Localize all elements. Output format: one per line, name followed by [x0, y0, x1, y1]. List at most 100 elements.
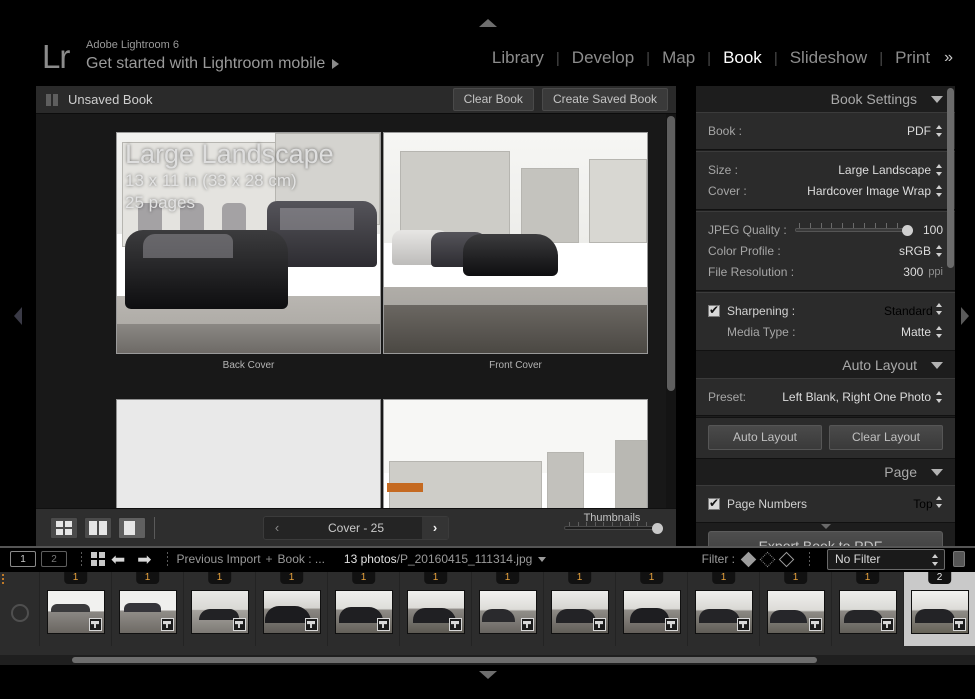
- stepper-icon[interactable]: [936, 496, 943, 508]
- page-spread-cover[interactable]: Large Landscape 13 x 11 in (33 x 28 cm) …: [116, 132, 648, 354]
- list-item[interactable]: 1: [616, 572, 688, 646]
- page-numbers-row[interactable]: Page Numbers Top: [708, 493, 943, 514]
- breadcrumb-previous-import[interactable]: Previous Import: [177, 552, 261, 566]
- breadcrumb-book[interactable]: Book : ...: [278, 552, 325, 566]
- top-panel-collapse[interactable]: [0, 16, 975, 30]
- filmstrip-thumbnails[interactable]: 1 1 1 1: [0, 572, 975, 650]
- page-numbers-checkbox[interactable]: [708, 498, 720, 510]
- module-print[interactable]: Print: [883, 48, 942, 68]
- thumbnail-size-slider[interactable]: Thumbnails: [564, 512, 660, 530]
- jpeg-quality-row[interactable]: JPEG Quality : 100: [708, 219, 943, 240]
- flag-unflagged-icon[interactable]: [760, 551, 776, 567]
- right-panel-scrollbar[interactable]: [946, 86, 955, 546]
- stepper-icon[interactable]: [936, 303, 943, 315]
- stepper-icon[interactable]: [932, 554, 939, 566]
- chevron-down-icon[interactable]: [479, 671, 497, 679]
- module-develop[interactable]: Develop: [560, 48, 646, 68]
- more-modules-icon[interactable]: »: [944, 49, 953, 67]
- book-value[interactable]: PDF: [907, 124, 943, 138]
- chevron-right-icon[interactable]: [961, 307, 969, 325]
- filmstrip-scrollbar-thumb[interactable]: [72, 657, 817, 663]
- list-item[interactable]: 1: [472, 572, 544, 646]
- chevron-down-icon[interactable]: [931, 362, 943, 369]
- list-item[interactable]: 1: [400, 572, 472, 646]
- single-page-view-button[interactable]: [118, 517, 146, 539]
- book-format-row[interactable]: Book : PDF: [708, 120, 943, 141]
- page-back-cover[interactable]: Large Landscape 13 x 11 in (33 x 28 cm) …: [116, 132, 381, 354]
- next-page-button[interactable]: ›: [422, 517, 448, 539]
- spread-view-button[interactable]: [84, 517, 112, 539]
- canvas-scrollbar[interactable]: [666, 114, 676, 518]
- auto-layout-header[interactable]: Auto Layout: [696, 352, 955, 378]
- left-panel-collapse[interactable]: [0, 86, 36, 546]
- sharpening-value[interactable]: Standard: [884, 303, 943, 318]
- chevron-down-icon[interactable]: [538, 557, 546, 562]
- size-value[interactable]: Large Landscape: [838, 163, 943, 177]
- export-book-to-pdf-button[interactable]: Export Book to PDF...: [708, 531, 943, 546]
- grid-view-icon[interactable]: [91, 552, 105, 566]
- list-item[interactable]: 1: [256, 572, 328, 646]
- chevron-down-icon[interactable]: [931, 469, 943, 476]
- page-numbers-position[interactable]: Top: [913, 496, 943, 511]
- list-item[interactable]: 1: [544, 572, 616, 646]
- file-resolution-value-text[interactable]: 300: [903, 265, 923, 279]
- filter-select[interactable]: No Filter: [827, 549, 945, 570]
- flag-picked-icon[interactable]: [741, 551, 757, 567]
- right-panel-collapse[interactable]: [955, 86, 975, 546]
- play-arrow-icon[interactable]: [332, 59, 339, 69]
- list-item[interactable]: 1: [328, 572, 400, 646]
- chevron-down-icon[interactable]: [931, 96, 943, 103]
- jpeg-quality-knob[interactable]: [902, 225, 913, 236]
- filmstrip-scrollbar[interactable]: [0, 655, 975, 665]
- stepper-icon[interactable]: [936, 391, 943, 403]
- stepper-icon[interactable]: [936, 125, 943, 137]
- right-panel-scrollbar-thumb[interactable]: [947, 88, 954, 268]
- create-saved-book-button[interactable]: Create Saved Book: [542, 88, 668, 111]
- module-map[interactable]: Map: [650, 48, 707, 68]
- media-type-row[interactable]: Media Type : Matte: [708, 321, 943, 342]
- bottom-panel-collapse[interactable]: [0, 665, 975, 699]
- list-item[interactable]: 1: [688, 572, 760, 646]
- file-resolution-value[interactable]: 300 ppi: [903, 265, 943, 279]
- size-row[interactable]: Size : Large Landscape: [708, 159, 943, 180]
- stepper-icon[interactable]: [936, 326, 943, 338]
- second-window-button[interactable]: 2: [41, 551, 67, 567]
- module-book[interactable]: Book: [711, 48, 774, 68]
- jpeg-quality-value[interactable]: 100: [917, 223, 943, 237]
- book-settings-header[interactable]: Book Settings: [696, 86, 955, 112]
- cover-row[interactable]: Cover : Hardcover Image Wrap: [708, 180, 943, 201]
- cover-value[interactable]: Hardcover Image Wrap: [807, 184, 943, 198]
- chevron-down-icon[interactable]: [821, 524, 831, 529]
- book-canvas[interactable]: Large Landscape 13 x 11 in (33 x 28 cm) …: [36, 114, 676, 518]
- filmstrip-end-button[interactable]: [953, 551, 965, 567]
- color-profile-row[interactable]: Color Profile : sRGB: [708, 240, 943, 261]
- multi-page-view-button[interactable]: [50, 517, 78, 539]
- list-item[interactable]: 1: [112, 572, 184, 646]
- page-panel-header[interactable]: Page: [696, 459, 955, 485]
- page-right-photo[interactable]: [383, 399, 648, 518]
- thumbnails-slider-knob[interactable]: [652, 523, 663, 534]
- chevron-up-icon[interactable]: [479, 19, 497, 27]
- clear-book-button[interactable]: Clear Book: [453, 88, 534, 111]
- list-item[interactable]: 1: [832, 572, 904, 646]
- list-item[interactable]: 1: [760, 572, 832, 646]
- list-item[interactable]: 1: [40, 572, 112, 646]
- page-left-blank[interactable]: [116, 399, 381, 518]
- list-item-selected[interactable]: 2: [904, 572, 975, 646]
- identity-plate[interactable]: Adobe Lightroom 6 Get started with Light…: [86, 38, 339, 74]
- chevron-left-icon[interactable]: [14, 307, 22, 325]
- color-profile-value[interactable]: sRGB: [899, 244, 943, 258]
- thumbnails-slider-track[interactable]: [564, 526, 660, 530]
- page-spread-2[interactable]: [116, 399, 648, 518]
- go-back-icon[interactable]: ⬅: [111, 551, 125, 568]
- go-forward-icon[interactable]: ➡: [137, 551, 151, 568]
- breadcrumb-plus[interactable]: +: [266, 552, 273, 566]
- previous-page-button[interactable]: ‹: [264, 517, 290, 539]
- preset-row[interactable]: Preset: Left Blank, Right One Photo: [708, 386, 943, 407]
- sharpening-checkbox[interactable]: [708, 305, 720, 317]
- sharpening-row[interactable]: Sharpening : Standard: [708, 300, 943, 321]
- canvas-scrollbar-thumb[interactable]: [667, 116, 675, 391]
- list-item[interactable]: [0, 572, 40, 646]
- module-slideshow[interactable]: Slideshow: [778, 48, 880, 68]
- identity-plate-text[interactable]: Get started with Lightroom mobile: [86, 53, 339, 74]
